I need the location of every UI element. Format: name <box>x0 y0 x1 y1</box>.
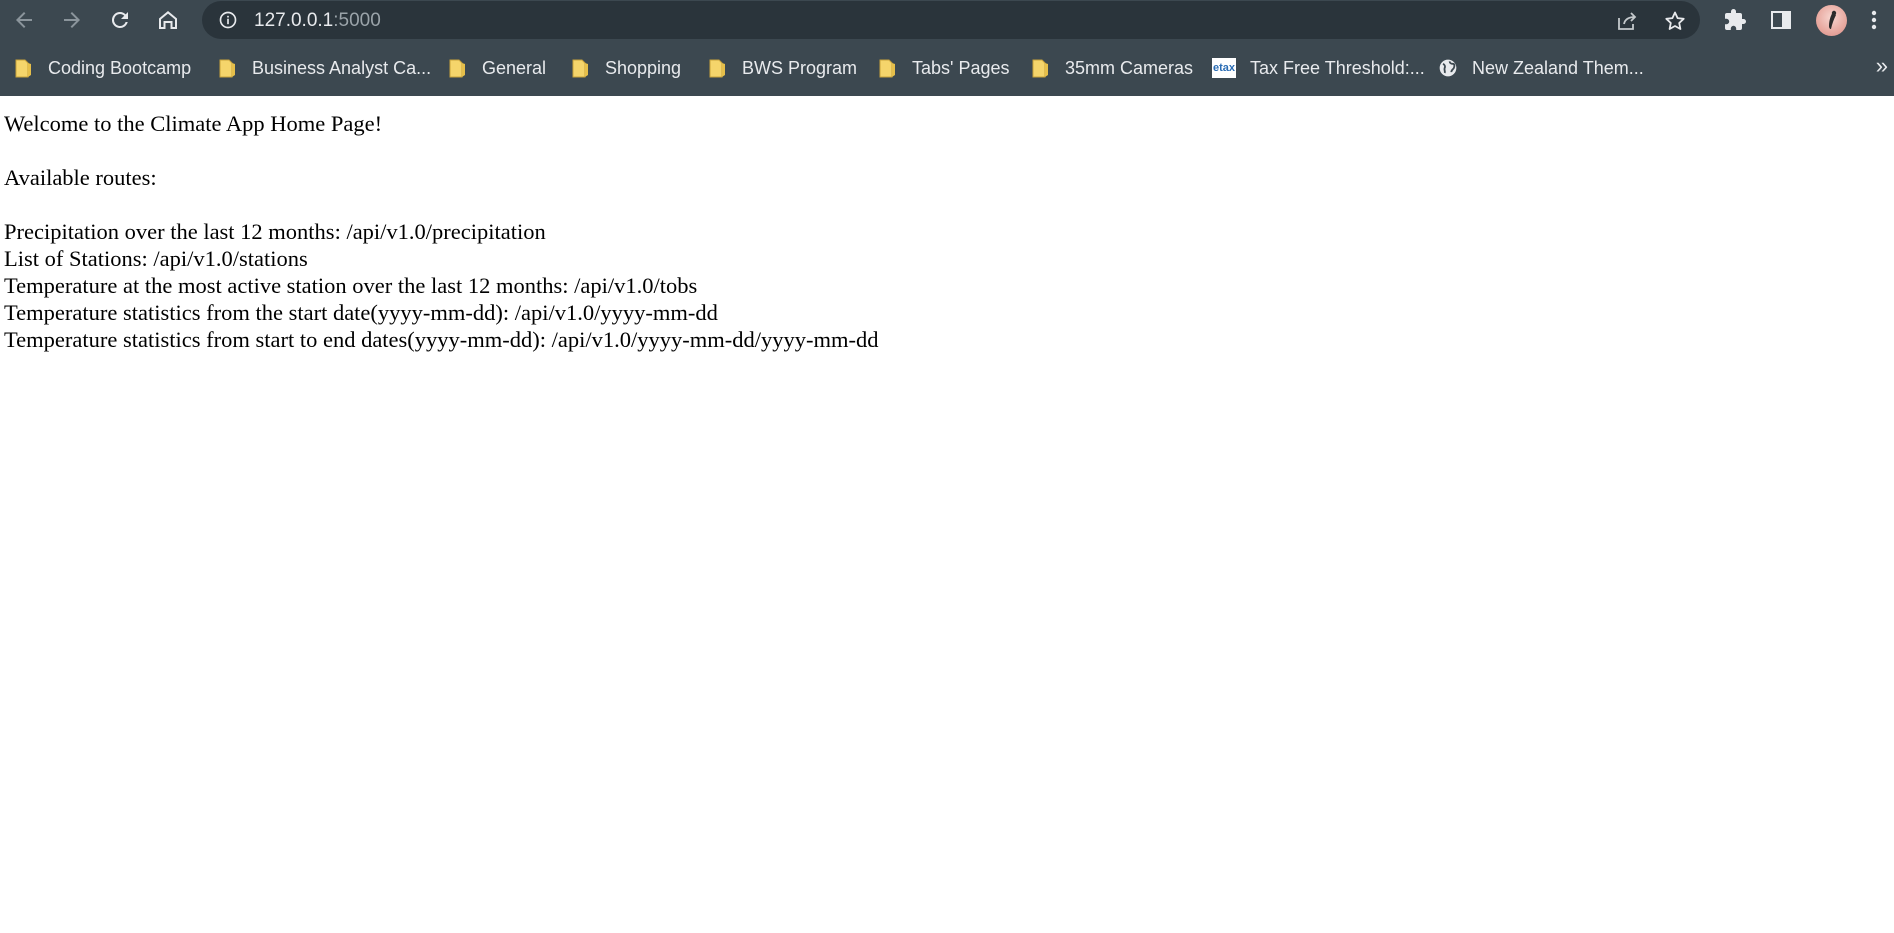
bookmark-bws-program[interactable]: BWS Program <box>708 56 857 80</box>
bookmark-label: New Zealand Them... <box>1472 57 1644 78</box>
bookmark-general[interactable]: General <box>448 56 546 80</box>
reload-icon <box>111 11 128 28</box>
bookmark-label: 35mm Cameras <box>1065 57 1194 78</box>
side-panel-button[interactable] <box>1766 5 1796 35</box>
route-line: Temperature statistics from the start da… <box>4 300 718 325</box>
url-port: :5000 <box>333 10 381 31</box>
browser-menu-button[interactable] <box>1862 5 1886 35</box>
page-heading: Welcome to the Climate App Home Page! <box>4 111 383 136</box>
folder-icon <box>448 58 468 78</box>
bookmark-label: Tabs' Pages <box>912 57 1010 78</box>
globe-icon <box>1438 58 1458 78</box>
routes-title: Available routes: <box>4 165 157 190</box>
url-host: 127.0.0.1 <box>254 10 334 31</box>
bookmark-label: Shopping <box>605 57 682 78</box>
folder-icon <box>14 58 34 78</box>
etax-favicon: etax <box>1212 58 1236 78</box>
reload-button[interactable] <box>104 4 136 36</box>
home-button[interactable] <box>152 4 184 36</box>
route-line: List of Stations: /api/v1.0/stations <box>4 246 308 271</box>
share-button[interactable] <box>1614 8 1640 34</box>
route-line: Precipitation over the last 12 months: /… <box>4 219 546 244</box>
bookmark-label: General <box>482 57 547 78</box>
page-content: Welcome to the Climate App Home Page! Av… <box>0 96 1894 353</box>
profile-avatar[interactable] <box>1816 5 1847 36</box>
folder-icon <box>878 58 898 78</box>
bookmark-label: Tax Free Threshold:... <box>1250 57 1425 78</box>
url-text[interactable]: 127.0.0.1:5000 <box>254 10 381 32</box>
forward-button[interactable] <box>56 4 88 36</box>
home-icon <box>159 11 177 29</box>
puzzle-icon <box>1725 9 1746 30</box>
folder-icon <box>218 58 238 78</box>
kebab-menu-icon <box>1871 10 1877 30</box>
folder-icon <box>1031 58 1051 78</box>
bookmark-label: Coding Bootcamp <box>48 57 192 78</box>
bookmark-star-button[interactable] <box>1662 8 1688 34</box>
etax-logo-text: etax <box>1212 62 1236 74</box>
bookmark-shopping[interactable]: Shopping <box>571 56 681 80</box>
bookmark-new-zealand[interactable]: New Zealand Them... <box>1438 56 1644 80</box>
bookmark-business-analyst[interactable]: Business Analyst Ca... <box>218 56 431 80</box>
bookmark-coding-bootcamp[interactable]: Coding Bootcamp <box>14 56 191 80</box>
info-icon[interactable] <box>218 10 238 30</box>
folder-icon <box>571 58 591 78</box>
arrow-right-icon <box>64 12 80 28</box>
share-icon <box>1618 12 1637 30</box>
extensions-button[interactable] <box>1720 5 1750 35</box>
bookmarks-overflow-button[interactable]: » <box>1876 53 1888 79</box>
route-line: Temperature at the most active station o… <box>4 273 698 298</box>
bookmark-35mm-cameras[interactable]: 35mm Cameras <box>1031 56 1193 80</box>
star-icon <box>1665 11 1685 30</box>
bookmark-tabs-pages[interactable]: Tabs' Pages <box>878 56 1010 80</box>
back-button[interactable] <box>8 4 40 36</box>
browser-toolbar: 127.0.0.1:5000 <box>0 0 1894 41</box>
bookmark-label: BWS Program <box>742 57 858 78</box>
side-panel-icon <box>1771 11 1791 29</box>
arrow-left-icon <box>16 12 32 28</box>
bookmark-label: Business Analyst Ca... <box>252 57 432 78</box>
bookmarks-bar: Coding Bootcamp Business Analyst Ca... G… <box>0 48 1894 88</box>
folder-icon <box>708 58 728 78</box>
route-line: Temperature statistics from start to end… <box>4 327 879 352</box>
browser-chrome: 127.0.0.1:5000 Coding Bootcamp Business … <box>0 0 1894 96</box>
profile-picture <box>1829 10 1837 29</box>
bookmark-tax-free-threshold[interactable]: etax Tax Free Threshold:... <box>1212 56 1425 80</box>
address-bar[interactable]: 127.0.0.1:5000 <box>202 1 1700 39</box>
